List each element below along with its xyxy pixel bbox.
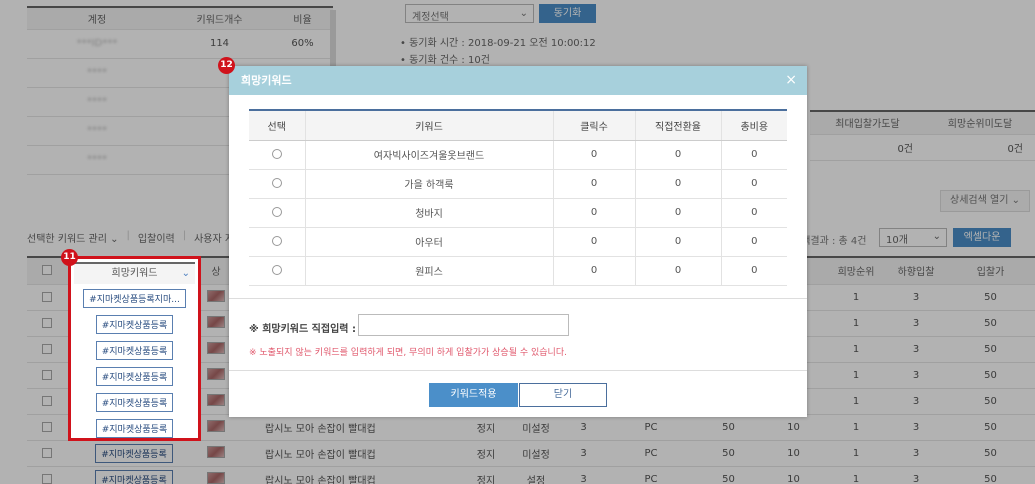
chevron-down-icon: ⌄ bbox=[181, 268, 190, 279]
table-row[interactable]: 여자빅사이즈겨울옷브랜드 0 0 0 bbox=[249, 140, 787, 170]
clicks-cell: 0 bbox=[552, 256, 635, 286]
table-row[interactable]: 원피스 0 0 0 bbox=[249, 256, 787, 286]
desired-keyword-header[interactable]: 희망키워드 ⌄ bbox=[74, 262, 195, 284]
select-radio[interactable] bbox=[271, 207, 282, 217]
conversion-cell: 0 bbox=[634, 198, 721, 228]
divider bbox=[229, 370, 807, 371]
modal-header: 희망키워드 × bbox=[229, 66, 807, 95]
keyword-cell: 청바지 bbox=[304, 198, 553, 228]
desired-keyword-tag[interactable]: #지마켓상품등록 bbox=[95, 315, 174, 334]
header-conversion: 직접전환율 bbox=[634, 109, 721, 141]
select-radio[interactable] bbox=[271, 265, 282, 275]
desired-keyword-tag[interactable]: #지마켓상품등록 bbox=[95, 341, 174, 360]
close-button[interactable]: 닫기 bbox=[519, 383, 607, 407]
select-radio[interactable] bbox=[271, 149, 282, 159]
conversion-cell: 0 bbox=[634, 169, 721, 199]
clicks-cell: 0 bbox=[552, 227, 635, 257]
list-item: #지마켓상품등록 bbox=[71, 341, 198, 360]
desired-keyword-modal: 희망키워드 × 선택 키워드 클릭수 직접전환율 총비용 여자빅사이즈겨울옷브랜… bbox=[229, 66, 807, 417]
conversion-cell: 0 bbox=[634, 227, 721, 257]
divider bbox=[229, 298, 807, 299]
cost-cell: 0 bbox=[720, 227, 787, 257]
table-row[interactable]: 가을 하객룩 0 0 0 bbox=[249, 169, 787, 199]
select-radio[interactable] bbox=[271, 236, 282, 246]
keyword-cell: 원피스 bbox=[304, 256, 553, 286]
cost-cell: 0 bbox=[720, 256, 787, 286]
list-item: #지마켓상품등록 bbox=[71, 367, 198, 386]
desired-keyword-column-highlight: 희망키워드 ⌄ #지마켓상품등록지마... #지마켓상품등록 #지마켓상품등록 … bbox=[68, 256, 201, 441]
callout-badge-12: 12 bbox=[218, 57, 235, 74]
clicks-cell: 0 bbox=[552, 169, 635, 199]
list-item: #지마켓상품등록 bbox=[71, 315, 198, 334]
clicks-cell: 0 bbox=[552, 140, 635, 170]
cost-cell: 0 bbox=[720, 140, 787, 170]
desired-keyword-tag[interactable]: #지마켓상품등록 bbox=[95, 367, 174, 386]
table-row[interactable]: 청바지 0 0 0 bbox=[249, 198, 787, 228]
header-keyword: 키워드 bbox=[304, 109, 553, 141]
keyword-cell: 가을 하객룩 bbox=[304, 169, 553, 199]
keyword-cell: 여자빅사이즈겨울옷브랜드 bbox=[304, 140, 553, 170]
direct-keyword-input[interactable] bbox=[358, 314, 569, 336]
direct-input-label: ※ 희망키워드 직접입력 : bbox=[249, 324, 356, 335]
keyword-cell: 아우터 bbox=[304, 227, 553, 257]
desired-keyword-tag[interactable]: #지마켓상품등록 bbox=[95, 393, 174, 412]
header-total-cost: 총비용 bbox=[720, 109, 787, 141]
apply-keyword-button[interactable]: 키워드적용 bbox=[429, 383, 518, 407]
desired-keyword-tag[interactable]: #지마켓상품등록지마... bbox=[83, 289, 186, 308]
list-item: #지마켓상품등록지마... bbox=[71, 289, 198, 308]
table-row[interactable]: 아우터 0 0 0 bbox=[249, 227, 787, 257]
callout-badge-11: 11 bbox=[61, 249, 78, 266]
conversion-cell: 0 bbox=[634, 140, 721, 170]
clicks-cell: 0 bbox=[552, 198, 635, 228]
modal-title: 희망키워드 bbox=[241, 74, 292, 87]
cost-cell: 0 bbox=[720, 198, 787, 228]
cost-cell: 0 bbox=[720, 169, 787, 199]
close-icon[interactable]: × bbox=[785, 66, 797, 95]
list-item: #지마켓상품등록 bbox=[71, 419, 198, 438]
select-radio[interactable] bbox=[271, 178, 282, 188]
list-item: #지마켓상품등록 bbox=[71, 393, 198, 412]
desired-keyword-tag[interactable]: #지마켓상품등록 bbox=[95, 419, 174, 438]
header-clicks: 클릭수 bbox=[552, 109, 635, 141]
warning-text: ※ 노출되지 않는 키워드를 입력하게 되면, 무의미 하게 입찰가가 상승될 … bbox=[249, 348, 567, 358]
conversion-cell: 0 bbox=[634, 256, 721, 286]
keyword-select-table: 선택 키워드 클릭수 직접전환율 총비용 여자빅사이즈겨울옷브랜드 0 0 0 가을 하… bbox=[249, 109, 787, 286]
header-select: 선택 bbox=[249, 109, 305, 141]
